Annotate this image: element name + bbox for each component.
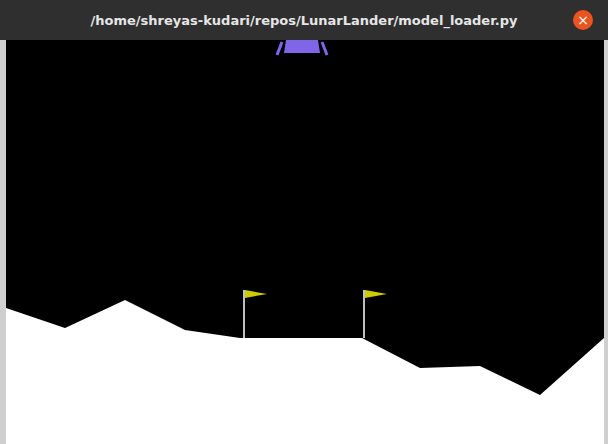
app-window: /home/shreyas-kudari/repos/LunarLander/m… bbox=[0, 0, 608, 444]
lunar-lander bbox=[277, 40, 327, 55]
sky bbox=[6, 40, 604, 444]
window-border-right bbox=[604, 40, 608, 444]
right-flag bbox=[364, 290, 387, 338]
window-border bbox=[0, 40, 6, 444]
moon-terrain bbox=[6, 300, 604, 444]
close-button[interactable]: × bbox=[573, 10, 593, 30]
left-flag bbox=[244, 290, 267, 338]
game-canvas bbox=[6, 40, 604, 444]
window-title: /home/shreyas-kudari/repos/LunarLander/m… bbox=[91, 13, 518, 28]
window-body bbox=[0, 40, 608, 444]
title-bar[interactable]: /home/shreyas-kudari/repos/LunarLander/m… bbox=[0, 0, 608, 40]
